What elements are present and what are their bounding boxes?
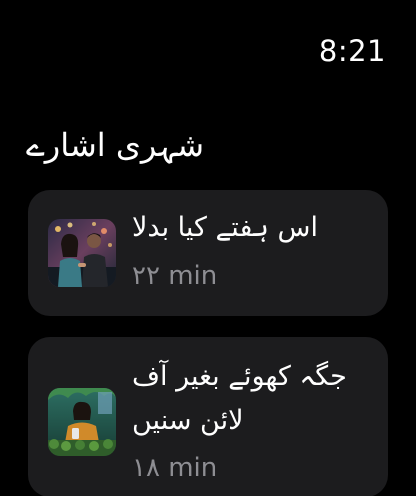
card-title: اس ہفتے کیا بدلا bbox=[132, 212, 318, 243]
card-title: جگہ کھوئے بغیر آف لائن سنیں bbox=[132, 361, 347, 436]
section-title: شہری اشارے bbox=[26, 126, 205, 164]
duration-label: ۱۸ min bbox=[132, 453, 218, 483]
status-bar-time: 8:21 bbox=[318, 34, 386, 68]
episode-card[interactable]: جگہ کھوئے بغیر آف لائن سنیں ۱۸ min bbox=[28, 337, 388, 496]
woman-with-phone-thumbnail bbox=[48, 388, 116, 456]
duration-label: ۲۲ min bbox=[132, 261, 218, 291]
couple-photo-thumbnail bbox=[48, 219, 116, 287]
episode-card[interactable]: اس ہفتے کیا بدلا ۲۲ min bbox=[28, 190, 388, 316]
